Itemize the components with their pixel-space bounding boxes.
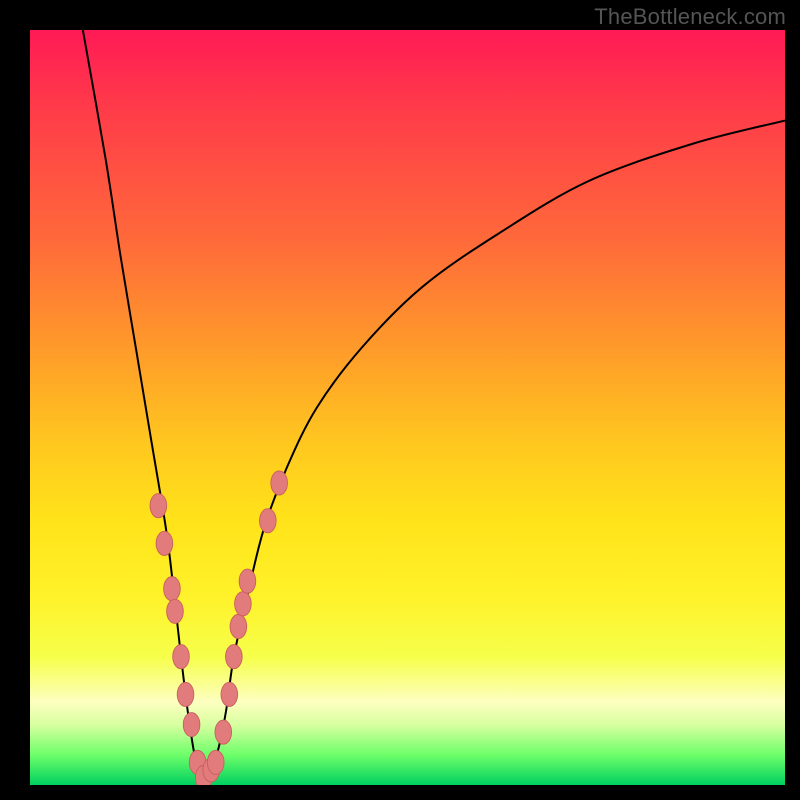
watermark-text: TheBottleneck.com [594, 4, 786, 30]
marker-point [235, 592, 252, 616]
marker-point [221, 682, 238, 706]
bottleneck-curve [83, 30, 785, 778]
marker-point [271, 471, 288, 495]
marker-point [215, 720, 232, 744]
marker-point [177, 682, 194, 706]
marker-point [226, 645, 243, 669]
marker-point [239, 569, 256, 593]
curve-path [83, 30, 785, 778]
marker-point [183, 713, 200, 737]
marker-point [156, 531, 173, 555]
highlighted-markers [150, 471, 287, 785]
marker-point [173, 645, 190, 669]
marker-point [167, 599, 184, 623]
marker-point [164, 577, 181, 601]
chart-frame: TheBottleneck.com [0, 0, 800, 800]
marker-point [207, 750, 224, 774]
curve-svg [30, 30, 785, 785]
marker-point [150, 494, 167, 518]
marker-point [260, 509, 277, 533]
plot-area [30, 30, 785, 785]
marker-point [230, 614, 247, 638]
